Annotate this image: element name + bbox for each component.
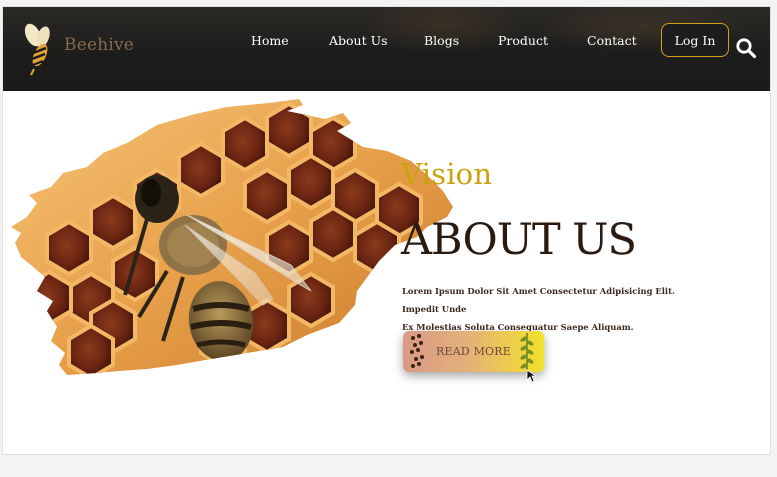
page-frame: Beehive Home About Us Blogs Product Cont…: [2, 6, 771, 455]
nav-about-link[interactable]: About Us: [329, 33, 388, 48]
description-line-1: Lorem Ipsum Dolor Sit Amet Consectetur A…: [402, 286, 675, 314]
leaf-pattern-icon: [520, 333, 534, 370]
mouse-cursor-icon: [526, 369, 538, 383]
read-more-label: READ MORE: [436, 345, 511, 358]
brand-name[interactable]: Beehive: [64, 35, 134, 55]
section-description: Lorem Ipsum Dolor Sit Amet Consectetur A…: [402, 282, 698, 336]
site-header: Beehive Home About Us Blogs Product Cont…: [3, 7, 770, 91]
nav-blogs-link[interactable]: Blogs: [424, 33, 459, 48]
paw-print-pattern-icon: [410, 334, 424, 368]
search-icon[interactable]: [735, 37, 757, 59]
login-button-label: Log In: [674, 32, 716, 48]
section-subtitle: Vision: [401, 157, 493, 191]
nav-contact-link[interactable]: Contact: [587, 33, 637, 48]
nav-home-link[interactable]: Home: [251, 33, 289, 48]
honeycomb-bee-image: [11, 99, 453, 375]
login-button[interactable]: Log In: [661, 23, 729, 57]
read-more-button[interactable]: READ MORE: [403, 331, 544, 372]
bee-logo-icon[interactable]: [21, 21, 61, 77]
nav-product-link[interactable]: Product: [498, 33, 548, 48]
section-title: ABOUT US: [401, 215, 637, 265]
